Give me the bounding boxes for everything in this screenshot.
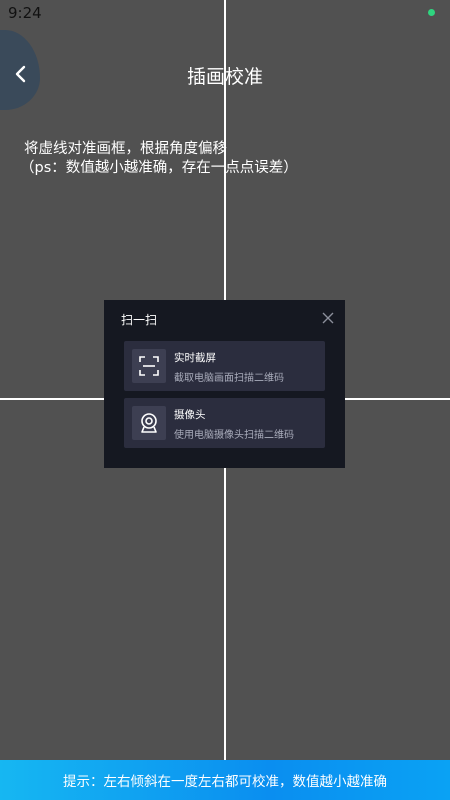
- dialog-title: 扫一扫: [121, 313, 158, 327]
- instruction-text: 将虚线对准画框，根据角度偏移 （ps：数值越小越准确，存在一点点误差）: [20, 140, 298, 178]
- page-title: 插画校准: [186, 66, 263, 88]
- option-label: 摄像头: [174, 409, 206, 421]
- option-screen-capture[interactable]: 实时截屏 截取电脑画面扫描二维码: [124, 341, 325, 391]
- option-webcam[interactable]: 摄像头 使用电脑摄像头扫描二维码: [124, 398, 325, 448]
- scan-frame-icon: [132, 349, 166, 383]
- option-description: 截取电脑画面扫描二维码: [174, 373, 284, 384]
- status-time: 9:24: [8, 4, 42, 22]
- option-label: 实时截屏: [174, 352, 216, 364]
- scan-dialog: 扫一扫 实时截屏 截取电脑画面扫描二维码 摄像头 使用电脑摄像头扫描二维码: [104, 300, 345, 468]
- status-bar: 9:24: [0, 0, 450, 26]
- option-description: 使用电脑摄像头扫描二维码: [174, 430, 294, 441]
- webcam-icon: [132, 406, 166, 440]
- dialog-close-button[interactable]: [321, 310, 335, 324]
- tip-text: 提示：左右倾斜在一度左右都可校准，数值越小越准确: [63, 774, 387, 790]
- tip-bar: 提示：左右倾斜在一度左右都可校准，数值越小越准确: [0, 760, 450, 800]
- instruction-line-2: （ps：数值越小越准确，存在一点点误差）: [20, 160, 298, 176]
- instruction-line-1: 将虚线对准画框，根据角度偏移: [24, 141, 227, 157]
- status-indicator-dot: [428, 9, 435, 16]
- calibration-screen: 9:24 插画校准 将虚线对准画框，根据角度偏移 （ps：数值越小越准确，存在一…: [0, 0, 450, 800]
- close-icon: [322, 312, 334, 324]
